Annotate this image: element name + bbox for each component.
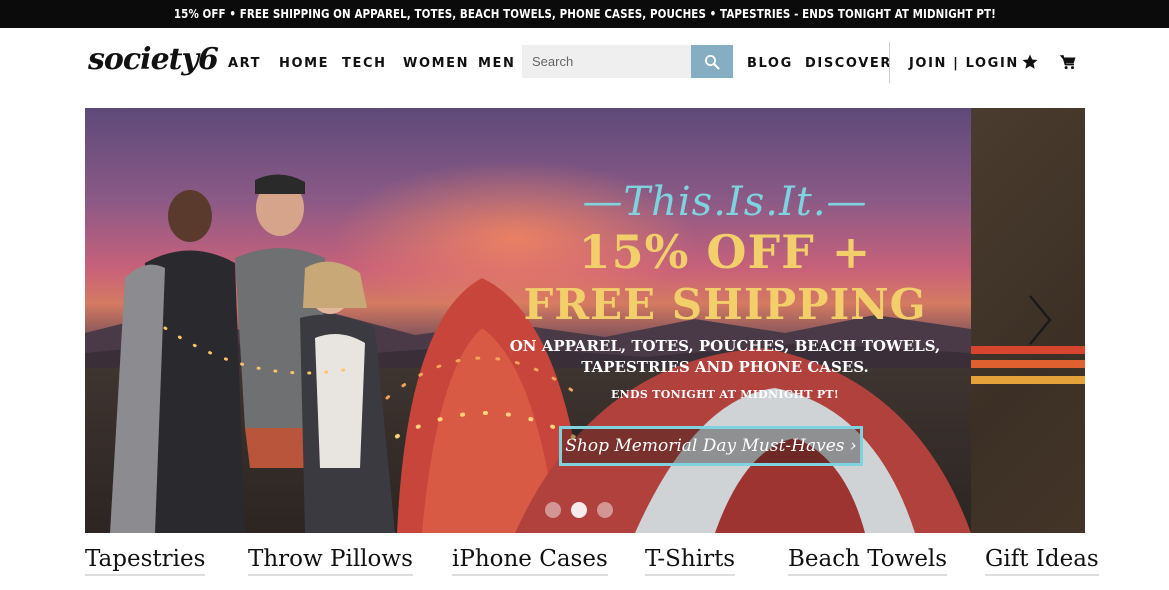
category-links: Tapestries Throw Pillows iPhone Cases T-… [85, 546, 1099, 578]
search-input[interactable] [522, 45, 691, 78]
promo-text: 15% OFF • FREE SHIPPING ON APPAREL, TOTE… [173, 7, 996, 21]
cart-button[interactable] [1058, 52, 1078, 72]
nav-home[interactable]: HOME [279, 56, 329, 71]
category-throw-pillows[interactable]: Throw Pillows [248, 546, 413, 576]
logo[interactable]: society6 [88, 42, 219, 77]
hero-copy: —This.Is.It.— 15% OFF + FREE SHIPPING ON… [495, 178, 955, 401]
category-beach-towels[interactable]: Beach Towels [788, 546, 948, 576]
shop-cta-button[interactable]: Shop Memorial Day Must-Haves › [559, 426, 863, 466]
carousel-dot-2[interactable] [571, 502, 587, 518]
carousel-dot-3[interactable] [597, 502, 613, 518]
nav-tech[interactable]: TECH [342, 56, 387, 71]
hero-banner[interactable]: —This.Is.It.— 15% OFF + FREE SHIPPING ON… [85, 108, 971, 533]
category-iphone-cases[interactable]: iPhone Cases [452, 546, 608, 576]
hero-ends-note: ENDS TONIGHT AT MIDNIGHT PT! [610, 388, 840, 401]
category-tapestries[interactable]: Tapestries [85, 546, 206, 576]
promo-bar[interactable]: 15% OFF • FREE SHIPPING ON APPAREL, TOTE… [0, 0, 1169, 28]
hero-subline-2: TAPESTRIES AND PHONE CASES. [581, 358, 869, 376]
search-bar [522, 45, 733, 78]
hero-headline-shipping: FREE SHIPPING [523, 280, 927, 329]
stripe [971, 376, 1085, 384]
category-t-shirts[interactable]: T-Shirts [645, 546, 736, 576]
shop-cta-label: Shop Memorial Day Must-Haves › [565, 436, 857, 456]
nav-art[interactable]: ART [228, 56, 261, 71]
category-gift-ideas[interactable]: Gift Ideas [985, 546, 1099, 576]
site-header: society6 ART HOME TECH WOMEN MEN BLOG DI… [0, 28, 1169, 98]
carousel-dot-1[interactable] [545, 502, 561, 518]
chevron-right-icon[interactable] [1022, 290, 1056, 350]
search-icon [705, 54, 720, 69]
hero-headline-discount: 15% OFF + [578, 225, 872, 279]
nav-women[interactable]: WOMEN [403, 56, 469, 71]
join-login-link[interactable]: JOIN | LOGIN [909, 56, 1019, 71]
nav-men[interactable]: MEN [478, 56, 516, 71]
hero-tagline: —This.Is.It.— [582, 179, 868, 225]
nav-blog[interactable]: BLOG [747, 56, 793, 71]
header-divider [889, 42, 890, 83]
people-graphic [110, 174, 395, 533]
star-icon [1022, 54, 1038, 69]
search-button[interactable] [691, 45, 733, 78]
stripe [971, 360, 1085, 368]
wishlist-button[interactable] [1020, 52, 1040, 72]
carousel-dots [545, 502, 613, 518]
nav-discover[interactable]: DISCOVER [805, 56, 892, 71]
hero-subline-1: ON APPAREL, TOTES, POUCHES, BEACH TOWELS… [509, 337, 941, 355]
cart-icon [1059, 55, 1076, 70]
